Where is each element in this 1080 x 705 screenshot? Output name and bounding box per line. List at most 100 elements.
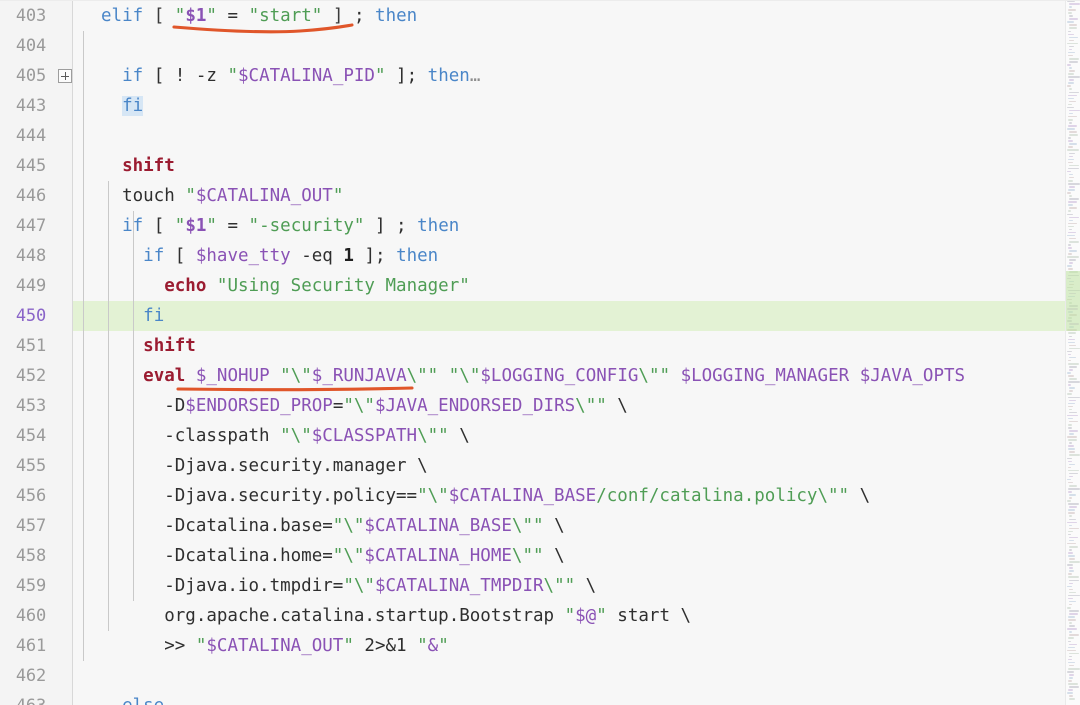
minimap-line [1068, 186, 1076, 188]
gutter-row[interactable]: 456 [0, 481, 72, 511]
code-line[interactable]: if [ ! -z "$CATALINA_PID" ]; then… [101, 61, 480, 91]
minimap-line [1067, 542, 1077, 545]
code-token: $1 [185, 6, 207, 26]
minimap-line [1068, 219, 1074, 222]
minimap-line [1068, 439, 1077, 441]
code-line[interactable]: eval $_NOHUP "\"$_RUNJAVA\"" "\"$LOGGING… [101, 361, 965, 391]
gutter-row[interactable]: 454 [0, 421, 72, 451]
code-token: -Djava.io.tmpdir= [164, 576, 344, 596]
minimap-line [1067, 448, 1076, 450]
gutter-row[interactable]: 462 [0, 661, 72, 691]
minimap-line [1068, 549, 1072, 551]
code-line[interactable]: -D$ENDORSED_PROP="\"$JAVA_ENDORSED_DIRS\… [101, 391, 628, 421]
code-line[interactable]: -Djava.security.manager \ [101, 451, 427, 481]
code-line[interactable]: fi [101, 301, 164, 331]
code-line[interactable]: touch "$CATALINA_OUT" [101, 181, 343, 211]
code-editor[interactable]: 403 404 405 443 444 445 446 447 448 449 450 451 452 4… [0, 0, 1080, 705]
minimap-line [1068, 536, 1078, 539]
gutter-row[interactable]: 460 [0, 601, 72, 631]
minimap-line [1068, 353, 1072, 356]
minimap-line [1068, 561, 1080, 563]
line-number: 463 [16, 691, 46, 705]
minimap-viewport[interactable] [1066, 271, 1080, 331]
gutter-row[interactable]: 447 [0, 211, 72, 241]
gutter-row[interactable]: 403 [0, 1, 72, 31]
minimap-line [1068, 253, 1073, 255]
code-line[interactable]: -Djava.security.policy=="\"$CATALINA_BAS… [101, 481, 870, 511]
code-line[interactable]: if [ "$1" = "-security" ] ; then [101, 211, 459, 241]
code-line[interactable]: -Djava.io.tmpdir="\"$CATALINA_TMPDIR\"" … [101, 571, 596, 601]
gutter-row[interactable]: 457 [0, 511, 72, 541]
code-line[interactable]: -Dcatalina.base="\"$CATALINA_BASE\"" \ [101, 511, 564, 541]
gutter-row[interactable]: 453 [0, 391, 72, 421]
code-line[interactable]: -Dcatalina.home="\"$CATALINA_HOME\"" \ [101, 541, 564, 571]
gutter-row[interactable]: 448 [0, 241, 72, 271]
gutter-row[interactable]: 446 [0, 181, 72, 211]
minimap-line [1068, 503, 1080, 505]
code-line[interactable]: shift [101, 331, 196, 361]
gutter-row[interactable]: 404 [0, 31, 72, 61]
fold-expand-icon[interactable] [58, 69, 72, 83]
line-number: 405 [15, 66, 46, 86]
code-line[interactable]: if [ $have_tty -eq 1 ]; then [101, 241, 438, 271]
minimap-line [1068, 45, 1075, 48]
code-token: \"" [575, 396, 607, 416]
minimap-line [1068, 445, 1075, 447]
gutter-row[interactable]: 444 [0, 121, 72, 151]
minimap-line [1068, 369, 1074, 371]
code-token: then [427, 66, 470, 86]
minimap-line [1068, 39, 1074, 42]
gutter-row[interactable]: 463 [0, 691, 72, 705]
gutter-row[interactable]: 455 [0, 451, 72, 481]
code-line[interactable]: elif [ "$1" = "start" ] ; then [101, 1, 417, 31]
code-line[interactable]: else [101, 691, 164, 705]
code-line[interactable]: -classpath "\"$CLASSPATH\"" \ [101, 421, 470, 451]
code-line[interactable]: echo "Using Security Manager" [101, 271, 470, 301]
minimap-line [1067, 30, 1071, 33]
gutter-row[interactable]: 443 [0, 91, 72, 121]
minimap-line [1068, 109, 1080, 112]
line-number: 404 [15, 36, 46, 56]
minimap-line [1067, 478, 1071, 481]
gutter-row[interactable]: 445 [0, 151, 72, 181]
minimap-line [1067, 350, 1072, 353]
code-line[interactable]: org.apache.catalina.startup.Bootstrap "$… [101, 601, 691, 631]
gutter-row[interactable]: 459 [0, 571, 72, 601]
minimap-line [1067, 533, 1072, 536]
code-token: " [374, 66, 386, 86]
gutter-row[interactable]: 449 [0, 271, 72, 301]
gutter-row[interactable]: 452 [0, 361, 72, 391]
minimap-line [1068, 655, 1073, 658]
line-number: 458 [15, 546, 46, 566]
minimap-line [1067, 555, 1076, 557]
gutter-row[interactable]: 405 [0, 61, 72, 91]
gutter-row[interactable]: 451 [0, 331, 72, 361]
code-token: " [564, 606, 576, 626]
minimap-line [1068, 195, 1072, 197]
code-token: \"" [417, 426, 449, 446]
code-token: ] [332, 6, 344, 26]
minimap-line [1068, 125, 1078, 127]
code-token: = [332, 396, 344, 416]
minimap-line [1068, 610, 1079, 612]
code-line[interactable]: fi [101, 91, 144, 121]
minimap-line [1067, 661, 1076, 664]
code-area[interactable]: elif [ "$1" = "start" ] ; then if [ ! -z… [73, 0, 1080, 705]
minimap-line [1068, 152, 1076, 155]
gutter-row[interactable]: 450 [0, 301, 72, 331]
minimap-line [1068, 155, 1073, 158]
minimap-line [1068, 82, 1075, 84]
code-line[interactable]: >> "$CATALINA_OUT" 2>&1 "&" [101, 631, 449, 661]
code-token: "\" [332, 516, 365, 536]
minimap-line [1068, 515, 1073, 518]
code-line[interactable]: shift [101, 151, 175, 181]
code-token: " [206, 6, 217, 26]
code-token: elif [101, 6, 144, 26]
gutter-row[interactable]: 458 [0, 541, 72, 571]
line-number: 450 [15, 306, 46, 326]
code-minimap[interactable] [1065, 0, 1080, 705]
gutter-row[interactable]: 461 [0, 631, 72, 661]
minimap-line [1068, 634, 1080, 636]
line-number: 452 [15, 366, 46, 386]
